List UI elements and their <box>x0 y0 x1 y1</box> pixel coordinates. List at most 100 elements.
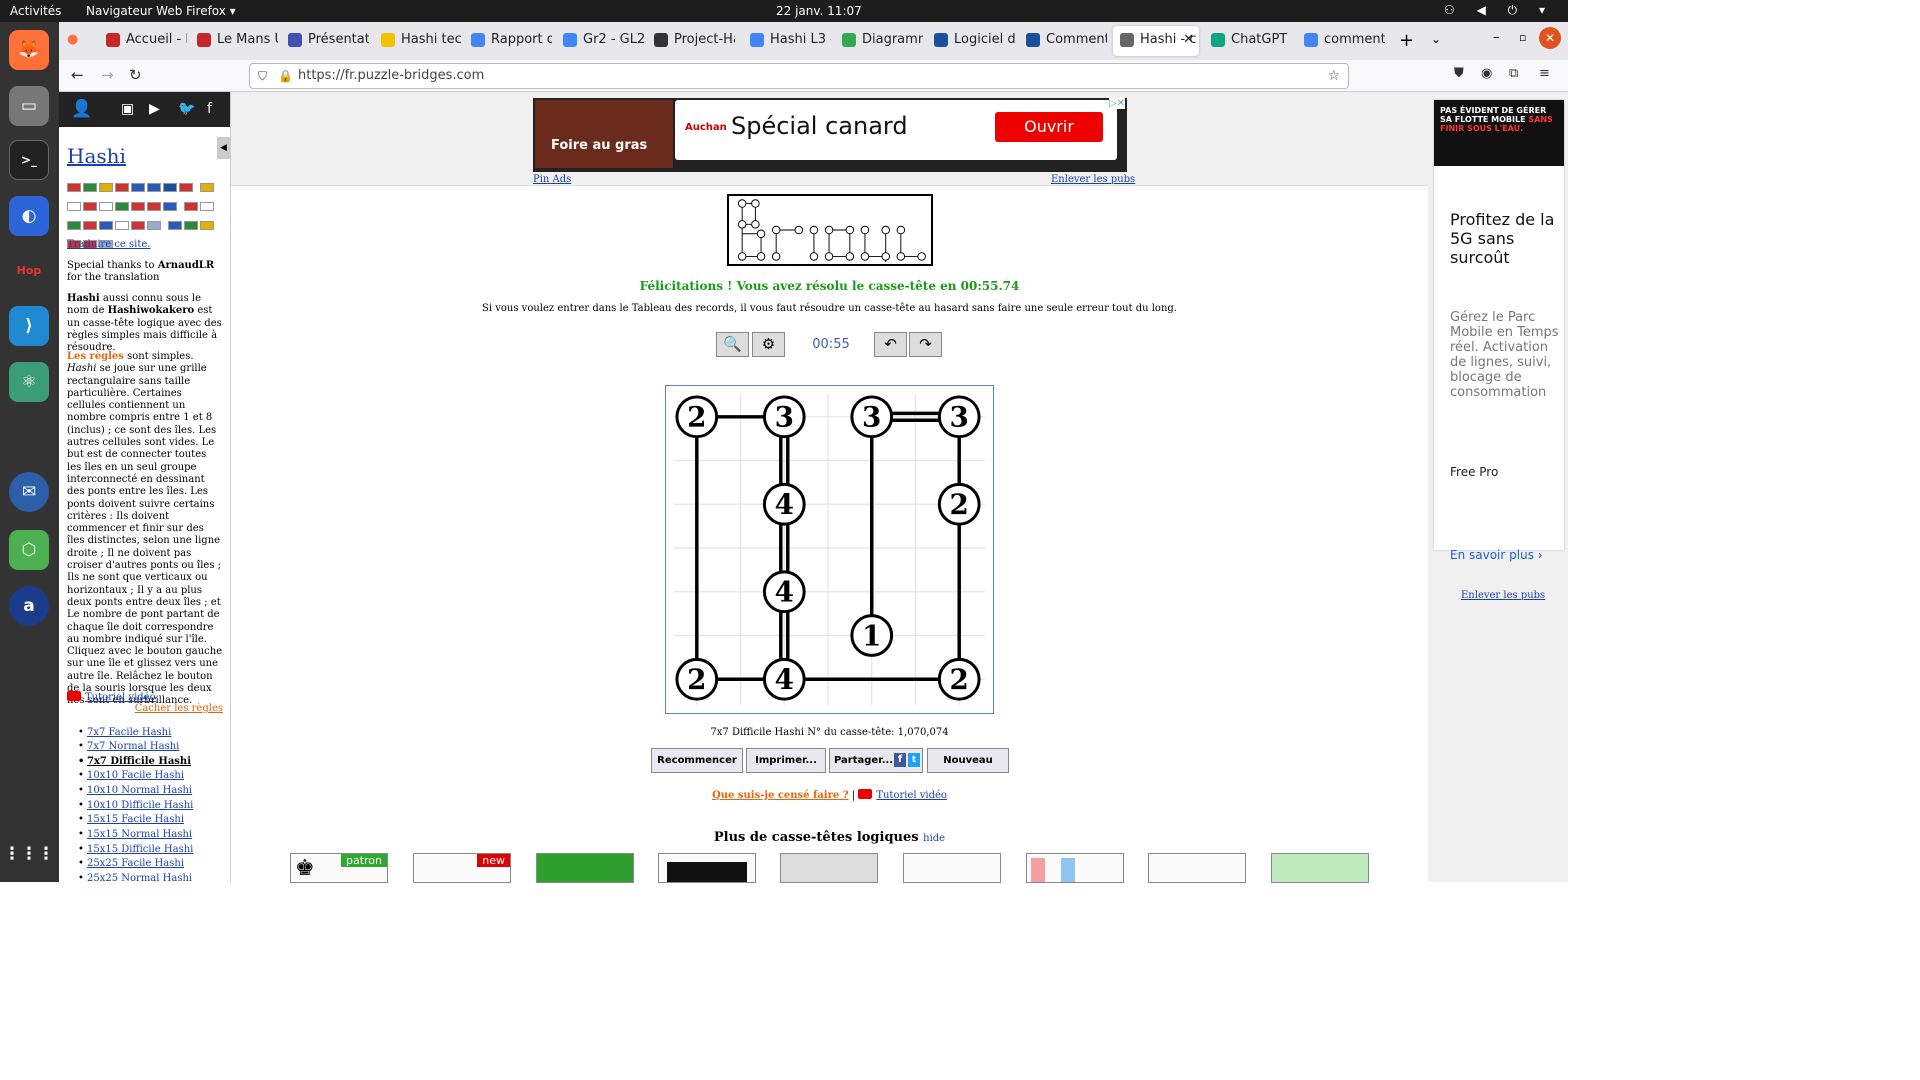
puzzle-thumbnail[interactable] <box>658 853 756 883</box>
pin-ads-link[interactable]: Pin Ads <box>533 174 571 185</box>
undo-button[interactable]: ↶ <box>874 332 907 357</box>
ad-close-icon[interactable]: ▷✕ <box>1108 98 1125 109</box>
link-7x7-normal[interactable]: 7x7 Normal Hashi <box>78 741 179 752</box>
link-7x7-hard[interactable]: 7x7 Difficile Hashi <box>78 756 191 767</box>
what-to-do-link[interactable]: Que suis-je censé faire ? <box>712 790 849 801</box>
atom-icon[interactable]: ⚛ <box>9 362 49 402</box>
collapse-sidebar-button[interactable]: ◀ <box>217 137 230 159</box>
top-ad-banner[interactable]: Foire au gras Auchan Spécial canard Ouvr… <box>533 98 1127 172</box>
link-15x15-normal[interactable]: 15x15 Normal Hashi <box>78 829 192 840</box>
remove-ads-link[interactable]: Enlever les pubs <box>1051 174 1135 185</box>
island[interactable]: 1 <box>850 614 894 657</box>
tab-7[interactable]: Project-Ha <box>647 26 735 56</box>
url-bar[interactable]: ⛉ 🔒 https://fr.puzzle-bridges.com ☆ <box>249 63 1349 89</box>
show-apps-icon[interactable]: ⋮⋮⋮ <box>4 834 55 874</box>
print-button[interactable]: Imprimer... <box>746 748 826 773</box>
restart-button[interactable]: Recommencer <box>651 748 743 773</box>
puzzle-thumbnail[interactable] <box>1148 853 1246 883</box>
hide-more-link[interactable]: hide <box>923 833 945 844</box>
puzzle-thumbnail[interactable] <box>903 853 1001 883</box>
back-button[interactable]: ← <box>71 66 84 84</box>
link-15x15-hard[interactable]: 15x15 Difficile Hashi <box>78 844 193 855</box>
tab-11[interactable]: Comment <box>1019 26 1107 56</box>
tab-3[interactable]: Présentat <box>281 26 369 56</box>
thunderbird-icon[interactable]: ✉ <box>9 472 49 512</box>
island[interactable]: 4 <box>762 657 806 701</box>
app-icon[interactable]: ◐ <box>9 196 49 236</box>
twitter-icon[interactable]: 🐦 <box>178 101 195 117</box>
reload-button[interactable]: ↻ <box>129 66 142 84</box>
tab-5[interactable]: Rapport d <box>464 26 552 56</box>
island[interactable]: 2 <box>937 657 981 701</box>
vscode-icon[interactable]: ⟩ <box>9 306 49 346</box>
tab-14[interactable]: comment <box>1297 26 1385 56</box>
facebook-icon[interactable]: f <box>894 753 906 767</box>
link-15x15-easy[interactable]: 15x15 Facile Hashi <box>78 814 184 825</box>
side-ad[interactable]: PAS ÉVIDENT DE GÉRER SA FLOTTE MOBILE SA… <box>1434 100 1564 562</box>
island[interactable]: 2 <box>675 657 719 701</box>
tab-8[interactable]: Hashi L3 - <box>743 26 831 56</box>
island[interactable]: 2 <box>675 395 719 439</box>
puzzle-thumbnail[interactable] <box>780 853 878 883</box>
island[interactable]: 4 <box>762 482 806 526</box>
sidebar-title[interactable]: Hashi <box>67 144 126 168</box>
share-button[interactable]: Partager... f t <box>829 748 923 773</box>
files-icon[interactable]: ▭ <box>9 86 49 126</box>
tab-6[interactable]: Gr2 - GL2 <box>556 26 644 56</box>
clock[interactable]: 22 janv. 11:07 <box>776 4 862 18</box>
close-tab-icon[interactable]: ✕ <box>1183 26 1194 54</box>
forward-button[interactable]: → <box>101 66 114 84</box>
tab-1[interactable]: Accueil - E <box>99 26 187 56</box>
ad-learn-more-link[interactable]: En savoir plus › <box>1450 548 1543 562</box>
twitter-icon[interactable]: t <box>908 753 920 767</box>
remove-ads-link[interactable]: Enlever les pubs <box>1461 590 1545 601</box>
translate-link[interactable]: Traduire ce site. <box>67 239 223 251</box>
menu-icon[interactable]: ≡ <box>1539 66 1550 81</box>
app-icon[interactable]: a <box>9 586 49 626</box>
app-icon[interactable]: ⬡ <box>9 530 49 570</box>
island[interactable]: 4 <box>762 570 806 614</box>
island[interactable]: 3 <box>850 395 894 439</box>
island[interactable]: 2 <box>937 482 981 526</box>
pocket-icon[interactable]: ⛊ <box>1454 66 1464 81</box>
puzzle-thumbnail[interactable]: ♚ patron <box>290 853 388 883</box>
close-window-button[interactable]: ✕ <box>1539 27 1561 49</box>
app-menu[interactable]: Navigateur Web Firefox ▾ <box>86 4 236 18</box>
tab-12[interactable]: Hashi - c ✕ <box>1113 26 1199 56</box>
youtube-icon[interactable]: ▶ <box>149 101 160 117</box>
puzzle-thumbnail[interactable] <box>1026 853 1124 883</box>
hide-rules-link[interactable]: Cacher les règles <box>67 703 223 715</box>
app-icon[interactable]: Hop <box>9 250 49 290</box>
lock-icon[interactable]: 🔒 <box>278 64 293 88</box>
puzzle-thumbnail[interactable] <box>1271 853 1369 883</box>
link-25x25-normal[interactable]: 25x25 Normal Hashi <box>78 873 192 882</box>
minimize-button[interactable]: – <box>1493 30 1500 45</box>
link-7x7-easy[interactable]: 7x7 Facile Hashi <box>78 727 171 738</box>
site-logo[interactable] <box>727 194 933 266</box>
zoom-button[interactable]: 🔍 <box>716 332 749 357</box>
tab-4[interactable]: Hashi tech <box>374 26 462 56</box>
terminal-icon[interactable]: >_ <box>9 140 49 180</box>
tab-2[interactable]: Le Mans U <box>190 26 278 56</box>
activities-button[interactable]: Activités <box>10 4 61 18</box>
puzzle-thumbnail[interactable]: new <box>413 853 511 883</box>
hashi-board[interactable]: 2 3 3 3 4 2 4 1 2 4 2 <box>665 385 994 714</box>
tab-9[interactable]: Diagramm <box>835 26 923 56</box>
link-10x10-hard[interactable]: 10x10 Difficile Hashi <box>78 800 193 811</box>
settings-button[interactable]: ⚙ <box>752 332 785 357</box>
firefox-icon[interactable]: 🦊 <box>9 30 49 70</box>
user-icon[interactable]: 👤 <box>71 99 92 119</box>
new-tab-button[interactable]: + <box>1399 30 1414 51</box>
bookmark-star-icon[interactable]: ☆ <box>1327 64 1340 88</box>
facebook-icon[interactable]: f <box>207 101 212 117</box>
redo-button[interactable]: ↷ <box>909 332 942 357</box>
ad-open-button[interactable]: Ouvrir <box>995 112 1103 142</box>
video-tutorial-link[interactable]: Tutoriel vidéo <box>876 790 947 801</box>
island[interactable]: 3 <box>937 395 981 439</box>
discord-icon[interactable]: ▣ <box>121 101 134 117</box>
link-10x10-normal[interactable]: 10x10 Normal Hashi <box>78 785 192 796</box>
tab-13[interactable]: ChatGPT <box>1204 26 1292 56</box>
chevron-down-icon[interactable]: ⌄ <box>1431 32 1441 46</box>
link-10x10-easy[interactable]: 10x10 Facile Hashi <box>78 770 184 781</box>
puzzle-thumbnail[interactable] <box>536 853 634 883</box>
